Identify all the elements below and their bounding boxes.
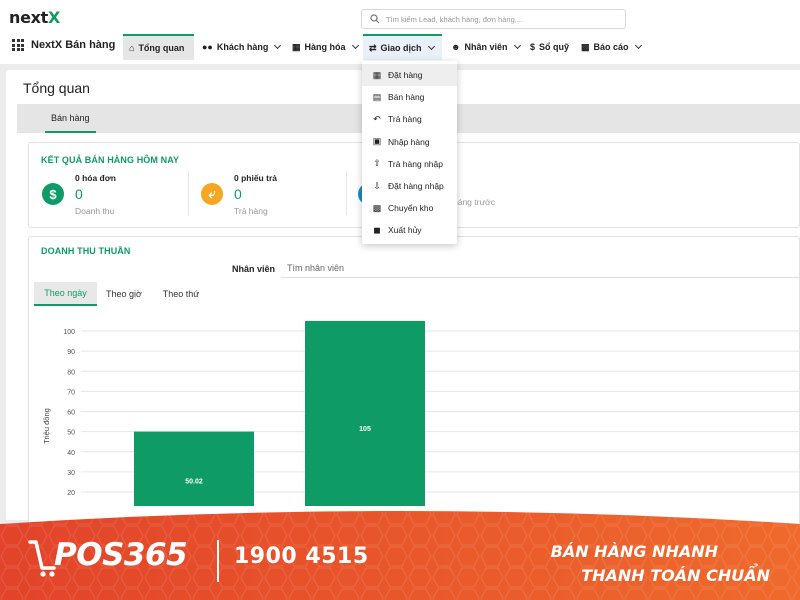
return-label: Trả hàng [234, 206, 268, 216]
user-icon: ☻ [451, 41, 461, 52]
chevron-down-icon [634, 41, 642, 50]
chevron-down-icon [427, 42, 435, 51]
banner-divider [217, 540, 219, 582]
menu-item-chuyen-kho[interactable]: ▩ Chuyển kho [362, 197, 457, 219]
download-icon: ⇩ [373, 180, 381, 191]
revenue-chart: 20 30 40 50 60 70 80 90 100 Triệu đồng 50.02 105 [42, 320, 800, 506]
bar-value-label: 105 [359, 426, 371, 433]
menu-item-xuat-huy[interactable]: ◼ Xuất hủy [362, 219, 457, 241]
net-revenue-title: DOANH THU THUẦN [41, 246, 131, 256]
search-icon [370, 14, 380, 24]
chevron-down-icon [351, 41, 359, 50]
y-tick-label: 70 [67, 389, 75, 396]
exchange-icon: ⇄ [369, 42, 377, 53]
tab-ban-hang[interactable]: Bán hàng [45, 104, 96, 133]
nav-bao-cao[interactable]: ▩ Báo cáo [575, 34, 647, 60]
giao-dich-dropdown: ▦ Đặt hàng ▤ Bán hàng ↶ Trả hàng ▣ Nhập hàng… [362, 61, 457, 244]
bar-value-label: 50.02 [185, 479, 203, 486]
nav-brand-label: NextX Bán hàng [31, 39, 116, 51]
nav-hang-hoa[interactable]: ▦ Hàng hóa [286, 34, 364, 60]
page-title: Tổng quan [23, 80, 90, 96]
chevron-down-icon [513, 41, 521, 50]
top-bar: nextX [0, 0, 800, 34]
y-tick-label: 80 [67, 369, 75, 376]
apps-grid-icon[interactable] [12, 39, 24, 51]
chevron-down-icon [274, 41, 282, 50]
document-icon: ▤ [372, 91, 382, 102]
nav-giao-dich[interactable]: ⇄ Giao dịch [363, 34, 442, 60]
y-tick-label: 30 [67, 470, 75, 477]
pallet-icon: ▩ [372, 202, 382, 213]
global-search[interactable] [361, 9, 626, 29]
compare-label: háng trước [453, 197, 495, 207]
y-tick-label: 100 [63, 329, 75, 336]
dollar-circle-icon: $ [42, 183, 64, 205]
pos365-logo: POS365 [54, 537, 188, 573]
upload-icon: ⇧ [373, 158, 381, 169]
cubes-icon: ◼ [373, 224, 381, 235]
nav-khach-hang[interactable]: ●● Khách hàng [196, 34, 286, 60]
y-tick-label: 20 [67, 490, 75, 497]
menu-item-tra-hang[interactable]: ↶ Trả hàng [362, 108, 457, 130]
nav-brand[interactable]: NextX Bán hàng [12, 39, 115, 51]
menu-item-ban-hang[interactable]: ▤ Bán hàng [362, 86, 457, 108]
subtab-theo-thu[interactable]: Theo thứ [155, 282, 207, 306]
y-axis-label: Triệu đồng [42, 408, 51, 444]
employee-label: Nhân viên [232, 264, 276, 274]
return-count: 0 phiếu trả [234, 173, 277, 183]
app-logo[interactable]: nextX [9, 8, 60, 27]
y-tick-label: 60 [67, 410, 75, 417]
subtab-theo-ngay[interactable]: Theo ngày [34, 282, 97, 306]
revenue-bar [305, 320, 425, 506]
slogan-line-2: THANH TOÁN CHUẨN [581, 566, 770, 585]
return-arrow-icon: ⤶ [201, 183, 223, 205]
menu-item-dat-hang-nhap[interactable]: ⇩ Đặt hàng nhập [362, 175, 457, 197]
slogan-line-1: BÁN HÀNG NHANH [550, 542, 718, 561]
today-results-title: KẾT QUẢ BÁN HÀNG HÔM NAY [41, 155, 180, 165]
revenue-label: Doanh thu [75, 206, 115, 216]
y-tick-label: 50 [67, 430, 75, 437]
search-input[interactable] [386, 12, 618, 26]
cart-icon: ▣ [372, 136, 382, 147]
return-value: 0 [234, 186, 242, 202]
boxes-icon: ▦ [292, 41, 301, 52]
stat-divider [346, 171, 347, 215]
menu-item-tra-hang-nhap[interactable]: ⇧ Trả hàng nhập [362, 153, 457, 175]
cart-icon [28, 540, 56, 577]
menu-item-nhap-hang[interactable]: ▣ Nhập hàng [362, 131, 457, 153]
revenue-value: 0 [75, 186, 83, 202]
users-icon: ●● [202, 41, 213, 52]
nav-so-quy[interactable]: $ Sổ quỹ [524, 34, 575, 60]
calendar-icon: ▦ [372, 69, 382, 80]
employee-search-input[interactable] [281, 258, 800, 278]
subtab-theo-gio[interactable]: Theo giờ [100, 282, 148, 306]
y-tick-label: 90 [67, 349, 75, 356]
stat-divider [188, 171, 189, 215]
revenue-bar [134, 431, 254, 506]
main-nav: NextX Bán hàng ⌂ Tổng quan ●● Khách hàng… [0, 34, 800, 60]
bar-chart-icon: ▩ [581, 41, 590, 52]
dollar-icon: $ [530, 41, 536, 52]
nav-tong-quan[interactable]: ⌂ Tổng quan [123, 34, 194, 60]
invoice-count: 0 hóa đơn [75, 173, 116, 183]
y-tick-label: 40 [67, 450, 75, 457]
hotline-number[interactable]: 1900 4515 [234, 544, 369, 569]
menu-item-dat-hang[interactable]: ▦ Đặt hàng [362, 64, 457, 87]
home-icon: ⌂ [129, 42, 135, 53]
nav-nhan-vien[interactable]: ☻ Nhân viên [445, 34, 526, 60]
reply-icon: ↶ [373, 113, 381, 124]
